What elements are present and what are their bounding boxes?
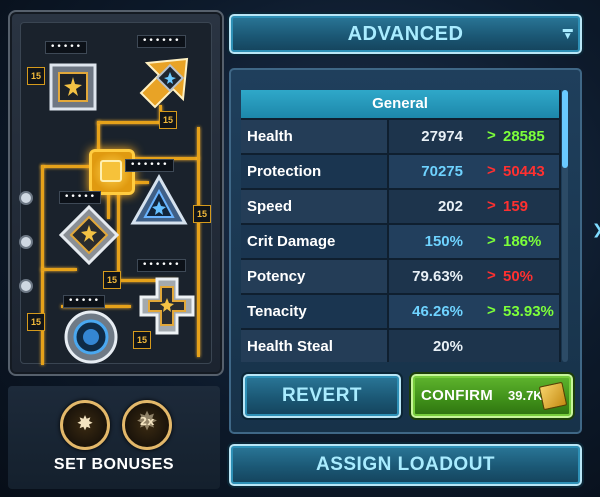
stat-current-value: 27974 <box>421 128 463 145</box>
mod-board: ••••• 15 •••••• 15 •••••• 15 ••••• 15 ••… <box>19 22 212 365</box>
credits-icon <box>538 381 568 411</box>
circuit-trace <box>97 121 162 124</box>
circle-mod-icon <box>64 310 118 364</box>
revert-label: REVERT <box>281 385 363 406</box>
stat-new-value: 50443 <box>503 163 545 180</box>
stat-row-health: Health 27974 > 28585 <box>241 120 559 153</box>
stat-new-value: 159 <box>503 198 529 215</box>
stat-new-value: 28585 <box>503 128 545 145</box>
mod-pips: •••••• <box>137 259 186 272</box>
arrow-mod-slot[interactable] <box>137 53 193 109</box>
mod-level-badge: 15 <box>27 313 45 331</box>
circuit-trace <box>41 268 77 271</box>
arrow-mod-icon <box>139 57 189 109</box>
square-mod-slot[interactable] <box>47 61 99 113</box>
circuit-trace <box>97 121 100 151</box>
diamond-mod-icon <box>58 204 120 266</box>
chevron-right-icon[interactable]: ❯ <box>592 222 600 238</box>
mod-pips: ••••• <box>63 295 106 308</box>
assign-loadout-label: ASSIGN LOADOUT <box>315 454 496 475</box>
stat-label: Health <box>247 128 293 145</box>
stat-label: Tenacity <box>247 303 307 320</box>
set-bonuses-label: SET BONUSES <box>53 456 175 473</box>
confirm-label: CONFIRM <box>421 387 494 404</box>
stat-change-arrow: > <box>487 162 496 179</box>
critical-chance-set-icon[interactable]: ✸ 2x <box>122 400 172 450</box>
mod-level-badge: 15 <box>133 331 151 349</box>
stats-scrollbar[interactable] <box>562 90 568 362</box>
stat-row-protection: Protection 70275 > 50443 <box>241 155 559 188</box>
circle-mod-slot[interactable] <box>63 309 119 365</box>
stat-label: Protection <box>247 163 322 180</box>
mod-level-badge: 15 <box>159 111 177 129</box>
circuit-trace <box>197 127 200 357</box>
mod-pips: ••••• <box>59 191 102 204</box>
scrollbar-thumb[interactable] <box>562 90 568 168</box>
mod-pips: •••••• <box>125 159 174 172</box>
stat-current-value: 46.26% <box>412 303 463 320</box>
mod-panel: ••••• 15 •••••• 15 •••••• 15 ••••• 15 ••… <box>8 10 224 376</box>
stat-current-value: 79.63% <box>412 268 463 285</box>
stat-label: Crit Damage <box>247 233 336 250</box>
stat-label: Health Steal <box>247 338 333 355</box>
stat-change-arrow: > <box>487 127 496 144</box>
mod-level-badge: 15 <box>193 205 211 223</box>
circuit-trace <box>41 165 44 365</box>
stat-row-speed: Speed 202 > 159 <box>241 190 559 223</box>
stat-new-value: 50% <box>503 268 534 285</box>
confirm-button[interactable]: CONFIRM 39.7K <box>411 374 573 418</box>
critical-damage-set-icon[interactable]: ✸ <box>60 400 110 450</box>
advanced-toggle-button[interactable]: ADVANCED ▬ ▼ <box>229 14 582 54</box>
connector-pin <box>19 235 33 249</box>
assign-loadout-button[interactable]: ASSIGN LOADOUT <box>229 444 582 486</box>
stat-current-value: 20% <box>432 338 463 355</box>
mod-pips: ••••• <box>45 41 88 54</box>
mod-level-badge: 15 <box>27 67 45 85</box>
connector-pin <box>19 191 33 205</box>
stat-current-value: 202 <box>437 198 463 215</box>
set-count-badge: 2x <box>139 415 155 428</box>
stat-current-value: 70275 <box>421 163 463 180</box>
stat-change-arrow: > <box>487 267 496 284</box>
stat-new-value: 53.93% <box>503 303 554 320</box>
stat-row-potency: Potency 79.63% > 50% <box>241 260 559 293</box>
triangle-mod-slot[interactable] <box>129 173 189 229</box>
stat-row-crit-damage: Crit Damage 150% > 186% <box>241 225 559 258</box>
revert-button[interactable]: REVERT <box>243 374 401 418</box>
stat-label: Speed <box>247 198 293 215</box>
cross-mod-icon <box>139 277 195 335</box>
advanced-label: ADVANCED <box>347 23 464 45</box>
circuit-trace <box>41 165 91 168</box>
stat-change-arrow: > <box>487 197 496 214</box>
mod-level-badge: 15 <box>103 271 121 289</box>
cross-mod-slot[interactable] <box>139 277 195 335</box>
stat-change-arrow: > <box>487 302 496 319</box>
square-mod-icon <box>49 63 97 111</box>
chevron-down-icon: ▬ ▼ <box>562 24 574 42</box>
stat-current-value: 150% <box>424 233 463 250</box>
stat-new-value: 186% <box>503 233 542 250</box>
diamond-mod-slot[interactable] <box>58 204 120 266</box>
stat-row-health-steal: Health Steal 20% <box>241 330 559 362</box>
stat-change-arrow: > <box>487 232 496 249</box>
stat-row-tenacity: Tenacity 46.26% > 53.93% <box>241 295 559 328</box>
stats-list[interactable]: General Health 27974 > 28585 Protection … <box>241 90 561 362</box>
triangle-mod-icon <box>130 173 188 225</box>
stat-label: Potency <box>247 268 306 285</box>
set-bonuses-panel[interactable]: ✸ ✸ 2x SET BONUSES <box>8 386 220 489</box>
connector-pin <box>19 279 33 293</box>
confirm-cost: 39.7K <box>508 388 543 403</box>
mod-pips: •••••• <box>137 35 186 48</box>
section-header-general: General <box>241 90 559 118</box>
